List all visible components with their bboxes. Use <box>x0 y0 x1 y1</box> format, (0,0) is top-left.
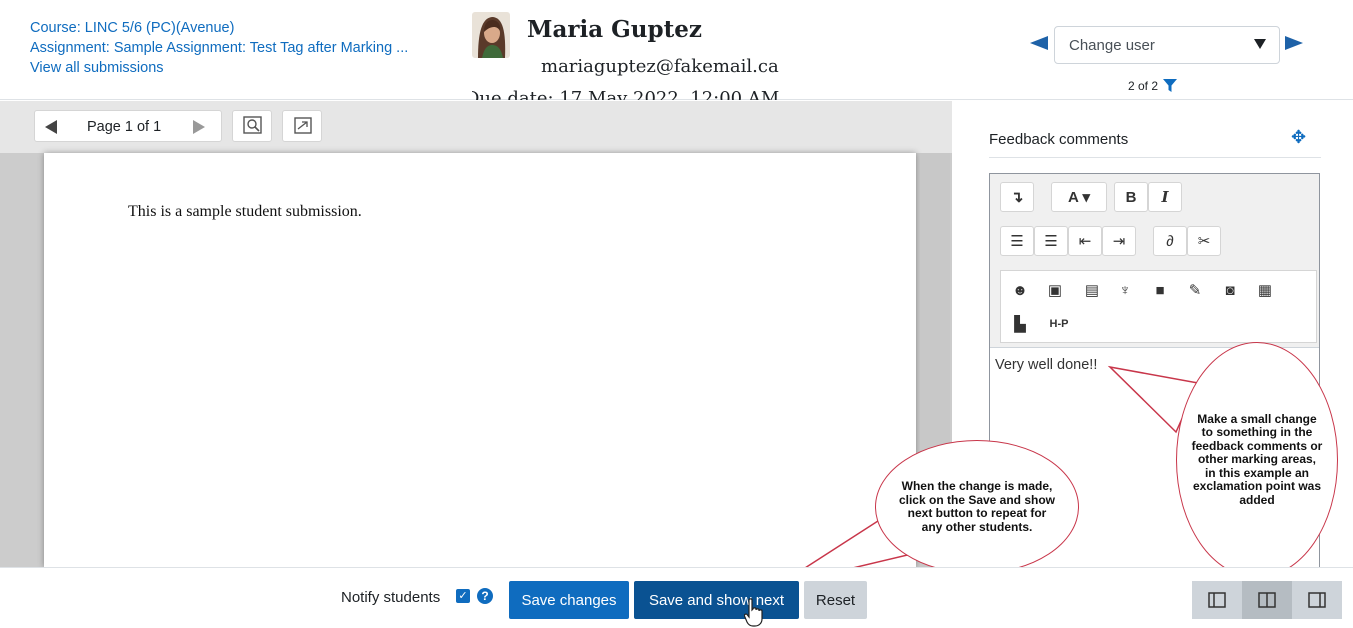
course-info: Course: LINC 5/6 (PC)(Avenue) Assignment… <box>30 18 408 78</box>
submission-page[interactable]: This is a sample student submission. <box>44 153 916 567</box>
camera-icon[interactable]: ◙ <box>1219 279 1241 301</box>
video-camera-icon[interactable]: ■ <box>1149 279 1171 301</box>
link-icon: ∂ <box>1166 232 1174 250</box>
document-area: Page 1 of 1 This is a sample student sub… <box>0 101 952 567</box>
page-label[interactable]: Page 1 of 1 <box>87 119 161 135</box>
unlink-icon: ✂ <box>1197 233 1211 250</box>
h5p-icon[interactable]: H-P <box>1044 313 1074 335</box>
search-comments-button[interactable] <box>232 110 272 142</box>
document-toolbar: Page 1 of 1 <box>0 101 952 153</box>
next-page-icon[interactable] <box>193 120 205 134</box>
font-style-icon: A ▾ <box>1068 189 1090 206</box>
assignment-link[interactable]: Assignment: Sample Assignment: Test Tag … <box>30 38 408 58</box>
save-next-callout-text: When the change is made, click on the Sa… <box>898 479 1056 534</box>
user-email: mariaguptez@fakemail.ca <box>541 56 779 77</box>
caret-down-icon <box>1254 39 1266 49</box>
arrow-down-icon: ↴ <box>1010 189 1024 206</box>
default-layout-button[interactable] <box>1242 581 1292 619</box>
expand-view-button[interactable] <box>282 110 322 142</box>
grader-header: Course: LINC 5/6 (PC)(Avenue) Assignment… <box>0 0 1353 100</box>
user-count-text: 2 of 2 <box>1128 79 1159 93</box>
change-user-label: Change user <box>1069 37 1155 54</box>
grader-footer: Notify students ✓ ? Save changes Save an… <box>0 567 1353 628</box>
next-user-arrow-icon[interactable] <box>1285 36 1303 50</box>
unordered-list-button[interactable]: ☰ <box>1000 226 1034 256</box>
paragraph-style-button[interactable]: A ▾ <box>1051 182 1107 212</box>
search-comments-icon <box>243 116 262 134</box>
unlink-button[interactable]: ✂ <box>1187 226 1221 256</box>
hand-cursor-icon <box>744 598 763 627</box>
save-changes-button[interactable]: Save changes <box>509 581 629 619</box>
filter-icon[interactable] <box>1163 79 1178 93</box>
collapse-review-panel-button[interactable] <box>1192 581 1242 619</box>
panel-left-icon <box>1208 592 1226 608</box>
course-link[interactable]: Course: LINC 5/6 (PC)(Avenue) <box>30 18 408 38</box>
user-count: 2 of 2 <box>1128 79 1178 93</box>
italic-button[interactable]: I <box>1148 182 1182 212</box>
feedback-comments-title: Feedback comments <box>989 131 1129 148</box>
paste-icon[interactable]: ▙ <box>1009 313 1031 335</box>
view-all-submissions-link[interactable]: View all submissions <box>30 58 408 78</box>
outdent-icon: ⇤ <box>1078 233 1092 250</box>
media-toolbar: ☻ ▣ ▤ ♆ ■ ✎ ◙ ▦ ▙ H-P <box>1000 270 1317 343</box>
panel-right-icon <box>1308 592 1326 608</box>
previous-user-arrow-icon[interactable] <box>1030 36 1048 50</box>
editor-toolbar: ↴ A ▾ B I ☰ ☰ ⇤ ⇥ ∂ ✂ ☻ ▣ ▤ ♆ ■ ✎ ◙ ▦ ▙ … <box>990 174 1319 348</box>
collapse-grade-panel-button[interactable] <box>1292 581 1342 619</box>
link-button[interactable]: ∂ <box>1153 226 1187 256</box>
bold-button[interactable]: B <box>1114 182 1148 212</box>
feedback-change-callout: Make a small change to something in the … <box>1176 342 1338 578</box>
due-date: Due date: 17 May 2022, 12:00 AM <box>472 88 780 100</box>
bold-icon: B <box>1125 188 1137 206</box>
change-user-select[interactable]: Change user <box>1054 26 1280 64</box>
toolbar-toggle-button[interactable]: ↴ <box>1000 182 1034 212</box>
submission-text: This is a sample student submission. <box>128 203 362 220</box>
panel-split-icon <box>1258 592 1276 608</box>
table-icon[interactable]: ▦ <box>1254 279 1276 301</box>
pencil-icon[interactable]: ✎ <box>1184 279 1206 301</box>
bullet-list-icon: ☰ <box>1010 233 1024 250</box>
emoji-icon[interactable]: ☻ <box>1009 279 1031 301</box>
user-name: Maria Guptez <box>527 16 702 43</box>
divider <box>989 157 1321 158</box>
save-next-callout: When the change is made, click on the Sa… <box>875 440 1079 574</box>
microphone-icon[interactable]: ♆ <box>1114 279 1136 301</box>
feedback-text: Very well done!! <box>995 357 1098 373</box>
previous-page-icon[interactable] <box>45 120 57 134</box>
ordered-list-button[interactable]: ☰ <box>1034 226 1068 256</box>
page-navigation: Page 1 of 1 <box>34 110 222 142</box>
numbered-list-icon: ☰ <box>1044 233 1058 250</box>
italic-icon: I <box>1161 188 1169 206</box>
reset-button[interactable]: Reset <box>804 581 867 619</box>
save-and-show-next-button[interactable]: Save and show next <box>634 581 799 619</box>
layout-toggle-group <box>1192 581 1342 619</box>
image-icon[interactable]: ▣ <box>1044 279 1066 301</box>
expand-icon <box>294 117 312 134</box>
avatar <box>472 12 510 58</box>
move-icon[interactable]: ✥ <box>1291 127 1306 148</box>
indent-button[interactable]: ⇥ <box>1102 226 1136 256</box>
indent-icon: ⇥ <box>1112 233 1126 250</box>
notify-students-label: Notify students <box>341 589 441 606</box>
outdent-button[interactable]: ⇤ <box>1068 226 1102 256</box>
user-info: Maria Guptez mariaguptez@fakemail.ca Due… <box>472 10 832 100</box>
media-file-icon[interactable]: ▤ <box>1081 279 1103 301</box>
help-icon[interactable]: ? <box>477 588 493 604</box>
feedback-change-callout-text: Make a small change to something in the … <box>1191 411 1323 507</box>
notify-students-checkbox[interactable]: ✓ <box>456 589 470 603</box>
